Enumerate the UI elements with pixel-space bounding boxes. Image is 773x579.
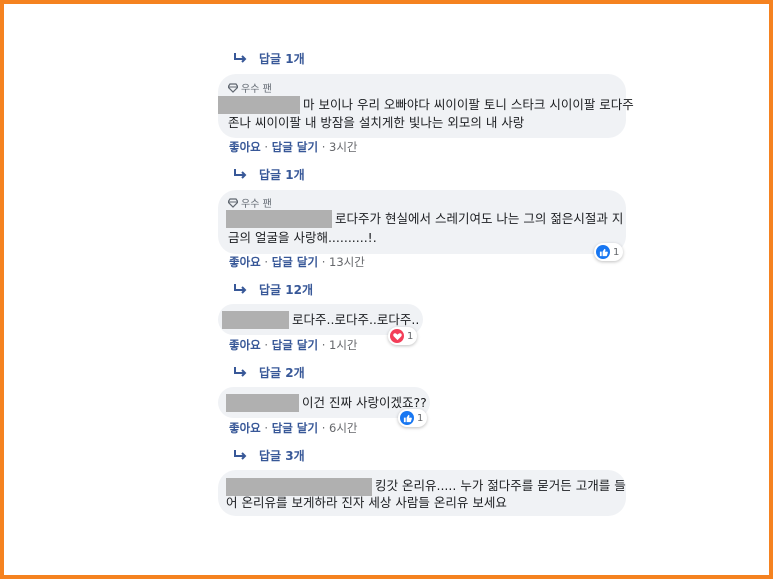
like-action[interactable]: 좋아요 [229, 338, 261, 352]
top-fan-badge: 우수 팬 [228, 195, 272, 210]
reaction-count[interactable]: 1 [398, 409, 428, 427]
reply-arrow-icon [234, 53, 247, 63]
view-replies-link[interactable]: 답글 1개 [234, 50, 305, 67]
reply-arrow-icon [234, 450, 247, 460]
timestamp[interactable]: 1시간 [329, 338, 357, 352]
reply-arrow-icon [234, 169, 247, 179]
comment-text: 금의 얼굴을 사랑해..........!. [228, 230, 377, 245]
view-replies-link[interactable]: 답글 2개 [234, 364, 305, 381]
view-replies-link[interactable]: 답글 1개 [234, 166, 305, 183]
redacted-author-name [226, 210, 332, 228]
reply-arrow-icon [234, 284, 247, 294]
reply-arrow-icon [234, 367, 247, 377]
timestamp[interactable]: 6시간 [329, 421, 357, 435]
heart-icon [390, 329, 404, 343]
like-action[interactable]: 좋아요 [229, 255, 261, 269]
redacted-author-name [222, 311, 289, 329]
comment-text: 로다주가 현실에서 스레기여도 나는 그의 젊은시절과 지 [335, 211, 624, 226]
diamond-icon [228, 82, 238, 93]
comment-feed: 답글 1개 우수 팬 마 보이나 우리 오빠야다 씨이이팔 토니 스타크 시이이… [4, 4, 769, 575]
comment-actions: 좋아요 · 답글 달기 · 13시간 [229, 255, 365, 269]
timestamp[interactable]: 13시간 [329, 255, 365, 269]
reply-action[interactable]: 답글 달기 [272, 140, 318, 154]
comment-text: 어 온리유를 보게하라 진자 세상 사람들 온리유 보세요 [226, 495, 507, 510]
view-replies-link[interactable]: 답글 3개 [234, 447, 305, 464]
thumbs-up-icon [400, 411, 414, 425]
timestamp[interactable]: 3시간 [329, 140, 357, 154]
comment-text: 마 보이나 우리 오빠야다 씨이이팔 토니 스타크 시이이팔 로다주 [303, 97, 634, 112]
redacted-author-name [226, 394, 299, 412]
reply-action[interactable]: 답글 달기 [272, 338, 318, 352]
top-fan-badge: 우수 팬 [228, 80, 272, 95]
like-action[interactable]: 좋아요 [229, 421, 261, 435]
comment-text: 존나 씨이이팔 내 방잠을 설치게한 빛나는 외모의 내 사랑 [228, 115, 525, 130]
diamond-icon [228, 197, 238, 208]
thumbs-up-icon [596, 245, 610, 259]
reply-action[interactable]: 답글 달기 [272, 421, 318, 435]
reaction-count[interactable]: 1 [594, 243, 624, 261]
reply-action[interactable]: 답글 달기 [272, 255, 318, 269]
reaction-count[interactable]: 1 [388, 327, 418, 345]
comment-actions: 좋아요 · 답글 달기 · 3시간 [229, 140, 358, 154]
view-replies-link[interactable]: 답글 12개 [234, 281, 313, 298]
bottom-fade [4, 561, 769, 575]
comment-actions: 좋아요 · 답글 달기 · 1시간 [229, 338, 358, 352]
comment-actions: 좋아요 · 답글 달기 · 6시간 [229, 421, 358, 435]
redacted-author-name [218, 96, 300, 114]
like-action[interactable]: 좋아요 [229, 140, 261, 154]
